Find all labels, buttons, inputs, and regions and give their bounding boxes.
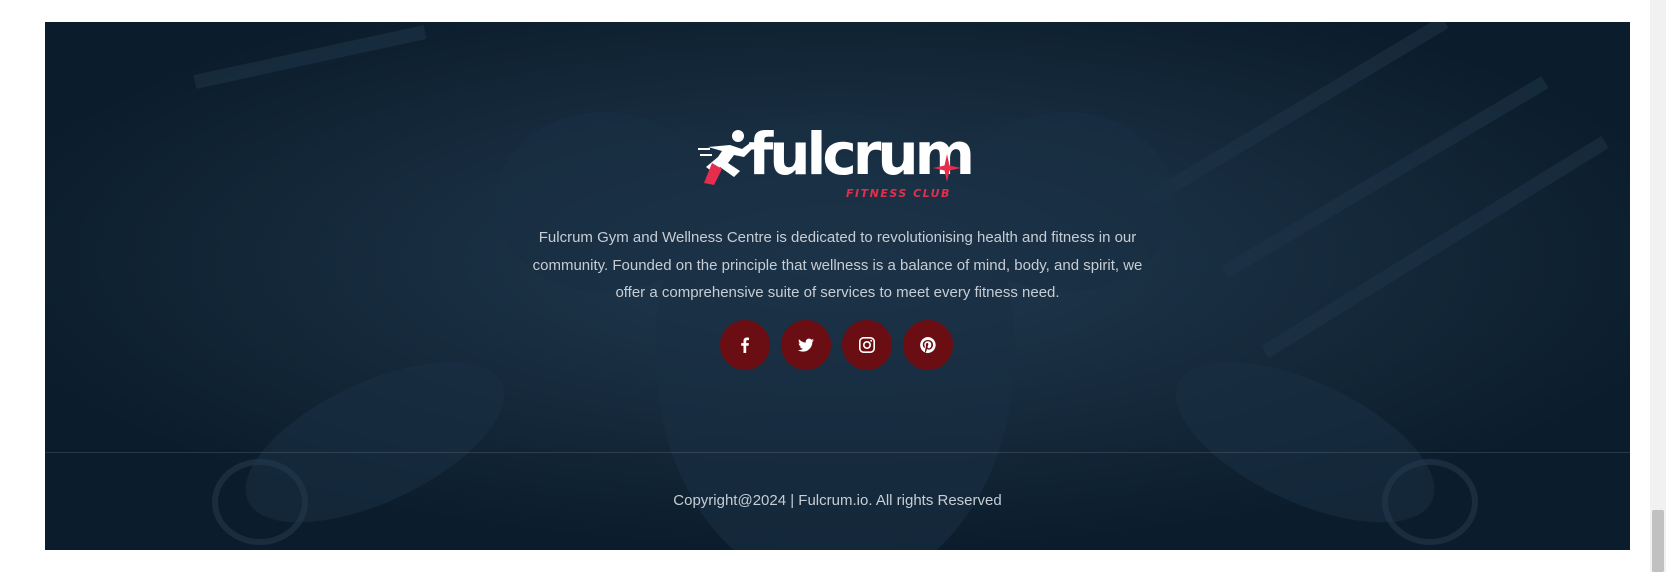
twitter-link[interactable] [781, 320, 831, 370]
facebook-icon [741, 337, 749, 353]
site-footer: fulcrum FITNESS CLUB Fulcrum Gym and Wel… [45, 22, 1630, 550]
page: fulcrum FITNESS CLUB Fulcrum Gym and Wel… [0, 0, 1666, 572]
facebook-link[interactable] [720, 320, 770, 370]
scrollbar-thumb[interactable] [1652, 510, 1664, 572]
sparkle-icon [933, 154, 961, 182]
about-text: Fulcrum Gym and Wellness Centre is dedic… [532, 229, 1143, 301]
copyright-text: Copyright@2024 | Fulcrum.io. All rights … [673, 492, 1002, 509]
twitter-icon [798, 338, 814, 352]
instagram-link[interactable] [842, 320, 892, 370]
logo-tagline: FITNESS CLUB [846, 187, 951, 200]
pinterest-link[interactable] [903, 320, 953, 370]
fulcrum-logo[interactable]: fulcrum FITNESS CLUB [698, 120, 978, 217]
social-links [720, 320, 953, 370]
footer-divider [45, 452, 1630, 453]
pinterest-icon [920, 337, 936, 353]
instagram-icon [859, 337, 875, 353]
page-scrollbar[interactable] [1650, 0, 1666, 572]
footer-main: fulcrum FITNESS CLUB Fulcrum Gym and Wel… [45, 22, 1630, 452]
